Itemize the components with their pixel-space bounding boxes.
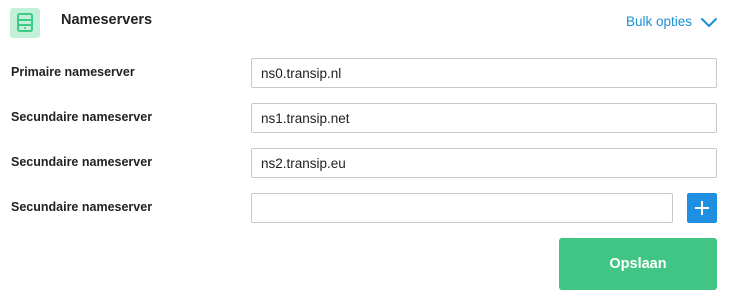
- add-nameserver-button[interactable]: [687, 193, 717, 223]
- save-button[interactable]: Opslaan: [559, 238, 717, 290]
- secondary-nameserver-input-1[interactable]: [251, 103, 717, 133]
- secondary-nameserver-label-1: Secundaire nameserver: [11, 110, 153, 124]
- secondary-nameserver-label-2: Secundaire nameserver: [11, 155, 153, 169]
- primary-nameserver-label: Primaire nameserver: [11, 65, 135, 79]
- plus-icon: [695, 201, 709, 215]
- panel-title: Nameservers: [61, 12, 153, 28]
- primary-nameserver-input[interactable]: [251, 58, 717, 88]
- server-icon: [10, 8, 40, 38]
- secondary-nameserver-input-2[interactable]: [251, 148, 717, 178]
- chevron-down-icon: [701, 17, 717, 27]
- bulk-options-label: Bulk opties: [625, 14, 692, 29]
- secondary-nameserver-label-3: Secundaire nameserver: [11, 200, 153, 214]
- bulk-options-toggle[interactable]: Bulk opties: [626, 14, 718, 29]
- secondary-nameserver-input-3[interactable]: [251, 193, 673, 223]
